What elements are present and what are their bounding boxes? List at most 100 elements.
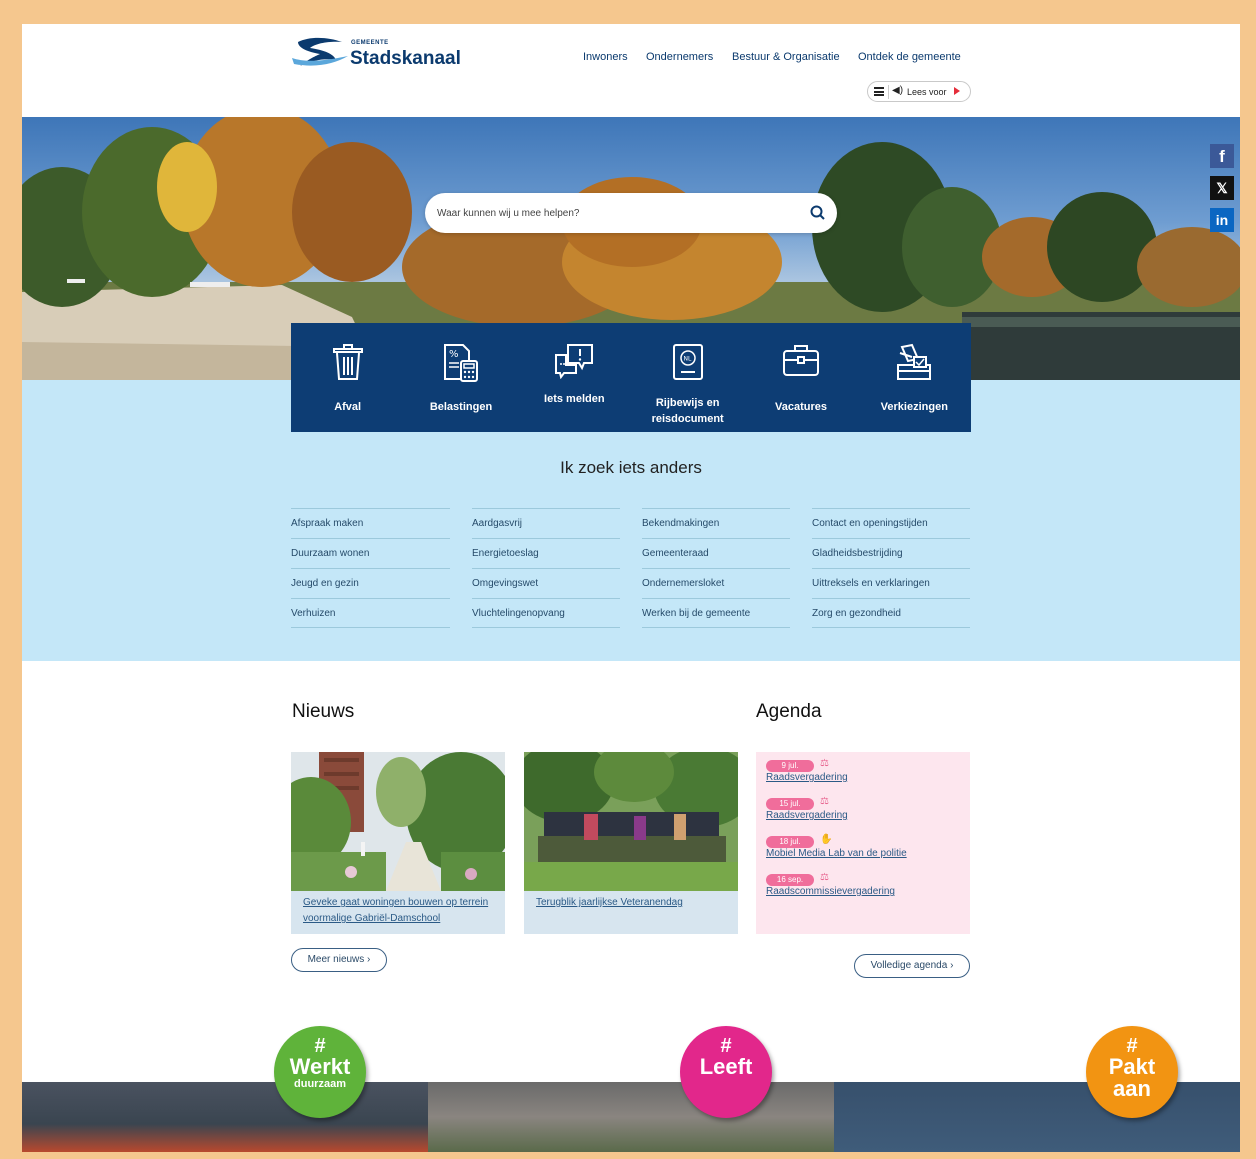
tile-label: Verkiezingen xyxy=(880,401,948,413)
tax-calculator-icon: % xyxy=(443,344,478,382)
site-header: GEMEENTE Stadskanaal Inwoners Ondernemer… xyxy=(22,24,1240,117)
agenda-link[interactable]: Raadscommissievergadering xyxy=(766,886,895,897)
agenda-date: 9 jul. xyxy=(766,760,814,772)
divider xyxy=(888,85,889,99)
badge-hash: # xyxy=(314,1035,326,1057)
trash-icon xyxy=(332,344,363,380)
logo-wave-icon xyxy=(292,37,348,66)
link-vluchtelingenopvang[interactable]: Vluchtelingenopvang xyxy=(472,598,620,628)
link-uittreksels-verklaringen[interactable]: Uittreksels en verklaringen xyxy=(812,568,970,598)
bottom-photo-strip xyxy=(22,1082,1240,1152)
link-column-1: Afspraak maken Duurzaam wonen Jeugd en g… xyxy=(291,508,450,628)
link-column-4: Contact en openingstijden Gladheidsbestr… xyxy=(812,508,970,628)
briefcase-icon xyxy=(782,345,819,376)
badge-text: Werkt xyxy=(289,1054,351,1079)
link-aardgasvrij[interactable]: Aardgasvrij xyxy=(472,508,620,538)
badge-hash: # xyxy=(1126,1035,1138,1057)
page: GEMEENTE Stadskanaal Inwoners Ondernemer… xyxy=(22,24,1240,1152)
link-zorg-en-gezondheid[interactable]: Zorg en gezondheid xyxy=(812,598,970,628)
tile-rijbewijs-reisdocument[interactable]: NL Rijbewijs en reisdocument xyxy=(631,323,744,432)
badge-pakt-aan[interactable]: # Pakt aan xyxy=(1086,1026,1178,1118)
agenda-link[interactable]: Raadsvergadering xyxy=(766,810,848,821)
link-ondernemersloket[interactable]: Ondernemersloket xyxy=(642,568,790,598)
link-jeugd-en-gezin[interactable]: Jeugd en gezin xyxy=(291,568,450,598)
agenda-date: 18 jul. xyxy=(766,836,814,848)
link-werken-bij-de-gemeente[interactable]: Werken bij de gemeente xyxy=(642,598,790,628)
svg-text:%: % xyxy=(449,349,459,360)
search-input[interactable] xyxy=(437,193,797,233)
zoek-title: Ik zoek iets anders xyxy=(560,458,702,477)
site-logo[interactable]: GEMEENTE Stadskanaal xyxy=(290,36,461,76)
link-afspraak-maken[interactable]: Afspraak maken xyxy=(291,508,450,538)
facebook-icon[interactable]: f xyxy=(1210,144,1234,168)
play-icon[interactable] xyxy=(954,87,960,95)
tile-label-line1: Rijbewijs en xyxy=(655,397,720,409)
strip-photo-3 xyxy=(834,1082,1240,1152)
strip-photo-1 xyxy=(22,1082,428,1152)
quick-tiles: Afval % Belastingen Iets melden NL Rijbe… xyxy=(291,323,971,432)
gavel-icon: ⚖ xyxy=(820,796,829,807)
agenda-link[interactable]: Raadsvergadering xyxy=(766,772,848,783)
news-link[interactable]: Geveke gaat woningen bouwen op terrein v… xyxy=(303,895,495,927)
x-twitter-icon[interactable]: 𝕏 xyxy=(1210,176,1234,200)
agenda-date: 16 sep. xyxy=(766,874,814,886)
speaker-icon: ◀) xyxy=(892,85,904,96)
readspeaker-button[interactable]: Lees voor xyxy=(907,87,947,97)
tile-label: Afval xyxy=(334,401,362,413)
menu-icon[interactable] xyxy=(874,87,884,96)
link-bekendmakingen[interactable]: Bekendmakingen xyxy=(642,508,790,538)
tile-label: Iets melden xyxy=(544,393,605,405)
news-link[interactable]: Terugblik jaarlijkse Veteranendag xyxy=(536,895,728,911)
nav-bestuur-organisatie[interactable]: Bestuur & Organisatie xyxy=(732,51,840,63)
gavel-icon: ⚖ xyxy=(820,872,829,883)
tile-afval[interactable]: Afval xyxy=(291,323,404,432)
more-news-button[interactable]: Meer nieuws › xyxy=(291,948,387,972)
ballot-box-icon xyxy=(897,343,932,380)
link-column-3: Bekendmakingen Gemeenteraad Ondernemersl… xyxy=(642,508,790,628)
passport-icon: NL xyxy=(672,344,703,380)
link-energietoeslag[interactable]: Energietoeslag xyxy=(472,538,620,568)
link-verhuizen[interactable]: Verhuizen xyxy=(291,598,450,628)
report-speech-icon xyxy=(555,344,594,379)
search-box xyxy=(425,193,837,233)
tile-label-line2: reisdocument xyxy=(651,413,724,425)
tile-verkiezingen[interactable]: Verkiezingen xyxy=(858,323,971,432)
badge-text: Leeft xyxy=(699,1054,753,1079)
news-image xyxy=(291,752,505,891)
tile-vacatures[interactable]: Vacatures xyxy=(744,323,857,432)
agenda-link[interactable]: Mobiel Media Lab van de politie xyxy=(766,848,907,859)
news-card[interactable]: Geveke gaat woningen bouwen op terrein v… xyxy=(291,752,505,934)
linkedin-icon[interactable]: in xyxy=(1210,208,1234,232)
badge-leeft[interactable]: # Leeft xyxy=(680,1026,772,1118)
svg-text:NL: NL xyxy=(683,356,691,363)
tile-belastingen[interactable]: % Belastingen xyxy=(404,323,517,432)
link-column-2: Aardgasvrij Energietoeslag Omgevingswet … xyxy=(472,508,620,628)
badge-werkt-duurzaam[interactable]: # Werkt duurzaam xyxy=(274,1026,366,1118)
full-agenda-button[interactable]: Volledige agenda › xyxy=(854,954,970,978)
agenda-title: Agenda xyxy=(756,701,822,722)
handshake-icon: ✋ xyxy=(820,834,833,845)
readspeaker-bar: ◀) Lees voor xyxy=(867,81,971,102)
link-gemeenteraad[interactable]: Gemeenteraad xyxy=(642,538,790,568)
badge-subtext: aan xyxy=(1113,1076,1151,1101)
link-gladheidsbestrijding[interactable]: Gladheidsbestrijding xyxy=(812,538,970,568)
nav-ondernemers[interactable]: Ondernemers xyxy=(646,51,713,63)
gavel-icon: ⚖ xyxy=(820,758,829,769)
news-image xyxy=(524,752,738,891)
news-title: Nieuws xyxy=(292,701,355,722)
search-icon[interactable] xyxy=(809,204,827,222)
link-duurzaam-wonen[interactable]: Duurzaam wonen xyxy=(291,538,450,568)
link-contact-openingstijden[interactable]: Contact en openingstijden xyxy=(812,508,970,538)
news-card[interactable]: Terugblik jaarlijkse Veteranendag xyxy=(524,752,738,934)
tile-label: Vacatures xyxy=(774,401,827,413)
agenda-date: 15 jul. xyxy=(766,798,814,810)
logo-name: Stadskanaal xyxy=(350,48,461,69)
logo-small-text: GEMEENTE xyxy=(351,40,389,46)
agenda-list: 9 jul. ⚖ Raadsvergadering 15 jul. ⚖ Raad… xyxy=(756,752,970,934)
link-omgevingswet[interactable]: Omgevingswet xyxy=(472,568,620,598)
badge-text: Pakt xyxy=(1108,1054,1156,1079)
nav-inwoners[interactable]: Inwoners xyxy=(583,51,628,63)
badge-subtext: duurzaam xyxy=(294,1078,346,1090)
nav-ontdek-gemeente[interactable]: Ontdek de gemeente xyxy=(858,51,961,63)
tile-iets-melden[interactable]: Iets melden xyxy=(518,323,631,432)
